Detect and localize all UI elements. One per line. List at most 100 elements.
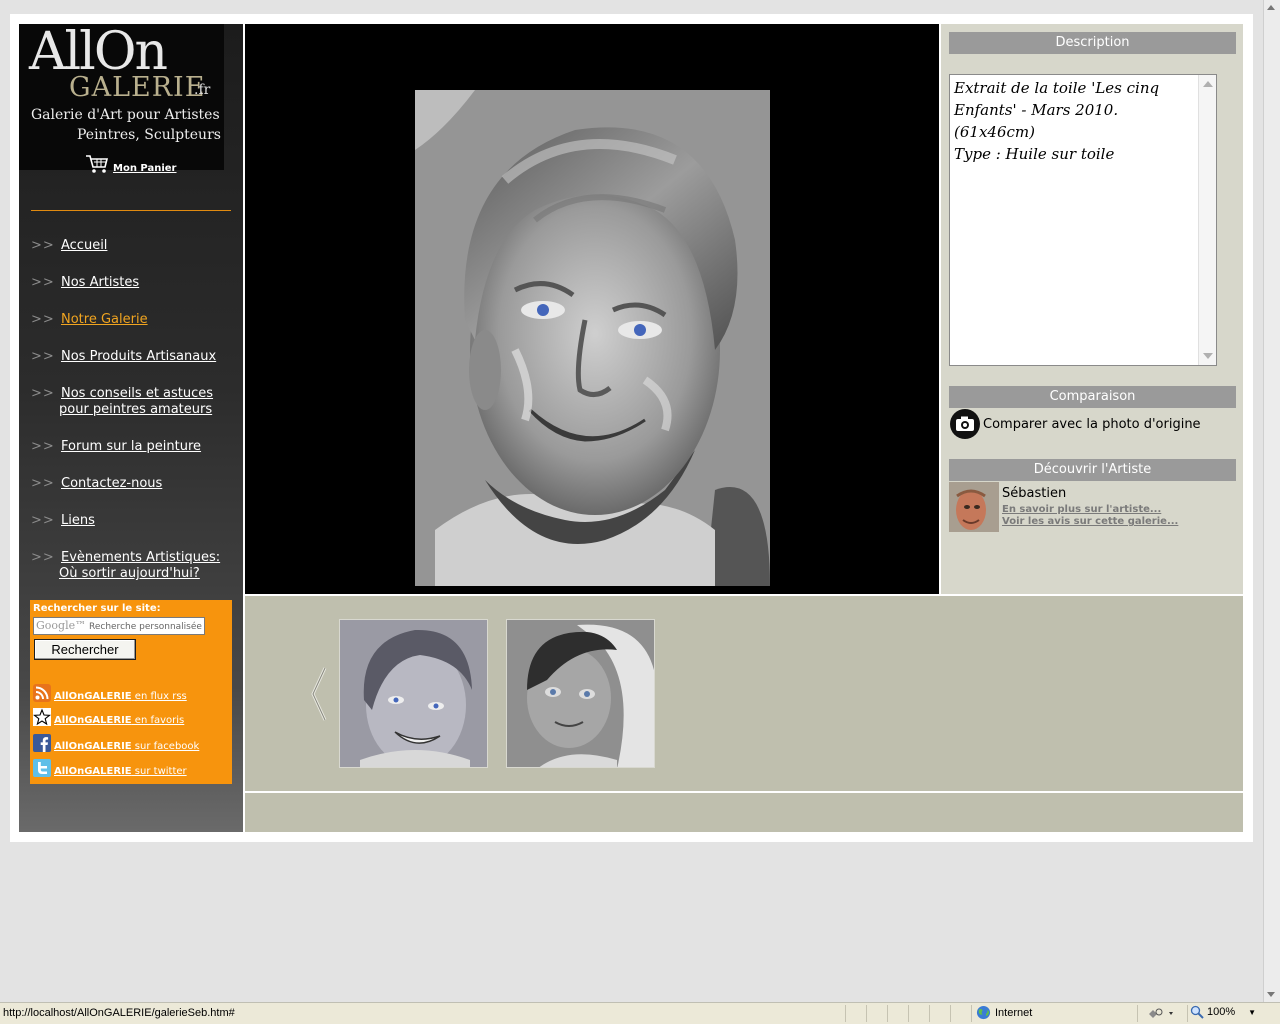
status-segment [908,1005,928,1022]
thumbnail-image [340,620,487,767]
artist-avatar[interactable] [949,482,999,532]
logo-tagline-1: Galerie d'Art pour Artistes [31,107,220,123]
nav-arrow-marker: >> [31,386,55,401]
nav-link-evenements[interactable]: Evènements Artistiques: [61,550,220,565]
rss-icon [33,684,51,702]
info-panel: Description Extrait de la toile 'Les cin… [941,24,1243,594]
cart-label[interactable]: Mon Panier [113,163,177,174]
social-brand: AllOnGALERIE [54,691,132,702]
artist-card: Sébastien En savoir plus sur l'artiste..… [949,482,1239,532]
scroll-up-arrow-icon[interactable] [1267,5,1275,10]
social-text: en flux rss [131,691,187,702]
zoom-control[interactable]: 100% ▼ [1190,1005,1256,1019]
social-link-facebook[interactable]: AllOnGALERIE sur facebook [33,734,199,752]
social-link-facebook-label[interactable]: AllOnGALERIE sur facebook [54,741,199,752]
nav-link-produits[interactable]: Nos Produits Artisanaux [61,349,216,365]
nav-link-conseils[interactable]: Nos conseils et astuces [61,386,213,401]
thumbnail-girl-portrait[interactable] [506,619,655,768]
description-text: Extrait de la toile 'Les cinq Enfants' -… [954,77,1194,165]
compare-label: Comparer avec la photo d'origine [983,416,1201,432]
nav-link-artistes[interactable]: Nos Artistes [61,275,139,291]
nav-arrow-marker: >> [31,476,55,491]
nav-item-liens[interactable]: >> Liens [31,513,95,529]
zoom-magnifier-icon [1190,1005,1204,1019]
main-artwork-image[interactable] [415,90,770,586]
zone-label: Internet [995,1006,1033,1019]
browser-viewport: AllOn GALERIE .fr Galerie d'Art pour Art… [0,0,1263,1002]
search-button[interactable]: Rechercher [34,639,136,660]
nav-link-liens[interactable]: Liens [61,513,95,529]
nav-link-contact[interactable]: Contactez-nous [61,476,162,492]
scroll-up-arrow-icon[interactable] [1203,81,1213,87]
camera-icon [950,409,980,439]
social-link-favorites-label[interactable]: AllOnGALERIE en favoris [54,715,184,726]
google-logo: Google™ [36,619,87,632]
description-line-2: Enfants' - Mars 2010. (61x46cm) [954,101,1119,141]
social-link-rss[interactable]: AllOnGALERIE en flux rss [33,684,187,702]
cart-link[interactable]: Mon Panier [85,154,177,174]
nav-item-artistes[interactable]: >> Nos Artistes [31,275,139,291]
site-logo[interactable]: AllOn GALERIE .fr Galerie d'Art pour Art… [19,22,224,170]
status-segment [866,1005,886,1022]
description-textarea[interactable]: Extrait de la toile 'Les cinq Enfants' -… [949,74,1217,366]
globe-icon [976,1005,991,1020]
nav-arrow-marker: >> [31,550,55,565]
description-line-1: Extrait de la toile 'Les cinq [954,79,1160,97]
nav-item-galerie[interactable]: >> Notre Galerie [31,312,148,328]
nav-item-produits[interactable]: >> Nos Produits Artisanaux [31,349,216,365]
thumbnail-boy-portrait[interactable] [339,619,488,768]
nav-item-accueil[interactable]: >> Accueil [31,238,107,254]
status-segment [929,1005,949,1022]
artist-more-link[interactable]: En savoir plus sur l'artiste... [1002,504,1161,515]
nav-link-galerie[interactable]: Notre Galerie [61,312,148,328]
status-segment [845,1005,865,1022]
gallery-reviews-link[interactable]: Voir les avis sur cette galerie... [1002,516,1178,527]
search-placeholder: Recherche personnalisée [88,622,202,632]
logo-tagline-2: Peintres, Sculpteurs [77,127,221,143]
scroll-down-arrow-icon[interactable] [1203,353,1213,359]
description-scrollbar[interactable] [1198,75,1216,365]
nav-arrow-marker: >> [31,349,55,364]
artwork-viewer [245,24,939,594]
site-search-input[interactable]: Google™ Recherche personnalisée [33,617,205,635]
nav-item-evenements[interactable]: >> Evènements Artistiques: Où sortir auj… [31,550,220,582]
logo-text-galerie: GALERIE [69,72,206,103]
status-url: http://localhost/AllOnGALERIE/galerieSeb… [3,1007,235,1019]
nav-item-contact[interactable]: >> Contactez-nous [31,476,162,492]
nav-item-forum[interactable]: >> Forum sur la peinture [31,439,201,455]
nav-item-conseils[interactable]: >> Nos conseils et astuces pour peintres… [31,386,213,418]
nav-link-accueil[interactable]: Accueil [61,238,107,254]
nav-arrow-marker: >> [31,275,55,290]
zoom-dropdown-icon[interactable]: ▼ [1248,1008,1256,1017]
nav-link-conseils-line2[interactable]: pour peintres amateurs [59,402,212,417]
nav-link-conseils-wrap[interactable]: Nos conseils et astuces pour peintres am… [59,386,213,418]
description-line-3: Type : Huile sur toile [954,145,1115,163]
status-segment [887,1005,907,1022]
social-brand: AllOnGALERIE [54,715,132,726]
social-link-twitter[interactable]: AllOnGALERIE sur twitter [33,759,187,777]
nav-link-evenements-wrap[interactable]: Evènements Artistiques: Où sortir aujour… [59,550,220,582]
protected-mode-icon[interactable] [1147,1006,1177,1020]
nav-arrow-marker: >> [31,312,55,327]
search-label: Rechercher sur le site: [33,603,161,614]
scroll-down-arrow-icon[interactable] [1267,992,1275,997]
security-zone[interactable]: Internet [976,1005,1032,1020]
artist-photo [949,482,999,532]
social-link-rss-label[interactable]: AllOnGALERIE en flux rss [54,691,187,702]
status-segment [950,1005,970,1022]
compare-original-link[interactable]: Comparer avec la photo d'origine [949,408,1201,440]
social-link-favorites[interactable]: AllOnGALERIE en favoris [33,708,184,726]
social-link-twitter-label[interactable]: AllOnGALERIE sur twitter [54,766,187,777]
zoom-level: 100% [1207,1006,1236,1018]
status-segment-protected [1137,1005,1187,1022]
browser-vertical-scrollbar[interactable] [1263,0,1280,1002]
artist-name: Sébastien [1002,486,1067,501]
previous-arrow-icon[interactable] [311,666,327,726]
logo-text-tld: .fr [194,82,211,98]
nav-link-evenements-line2[interactable]: Où sortir aujourd'hui? [59,566,200,581]
nav-link-forum[interactable]: Forum sur la peinture [61,439,201,455]
social-brand: AllOnGALERIE [54,766,132,777]
footer-bar [245,793,1243,832]
thumbnail-image [507,620,654,767]
artist-header: Découvrir l'Artiste [949,459,1236,481]
